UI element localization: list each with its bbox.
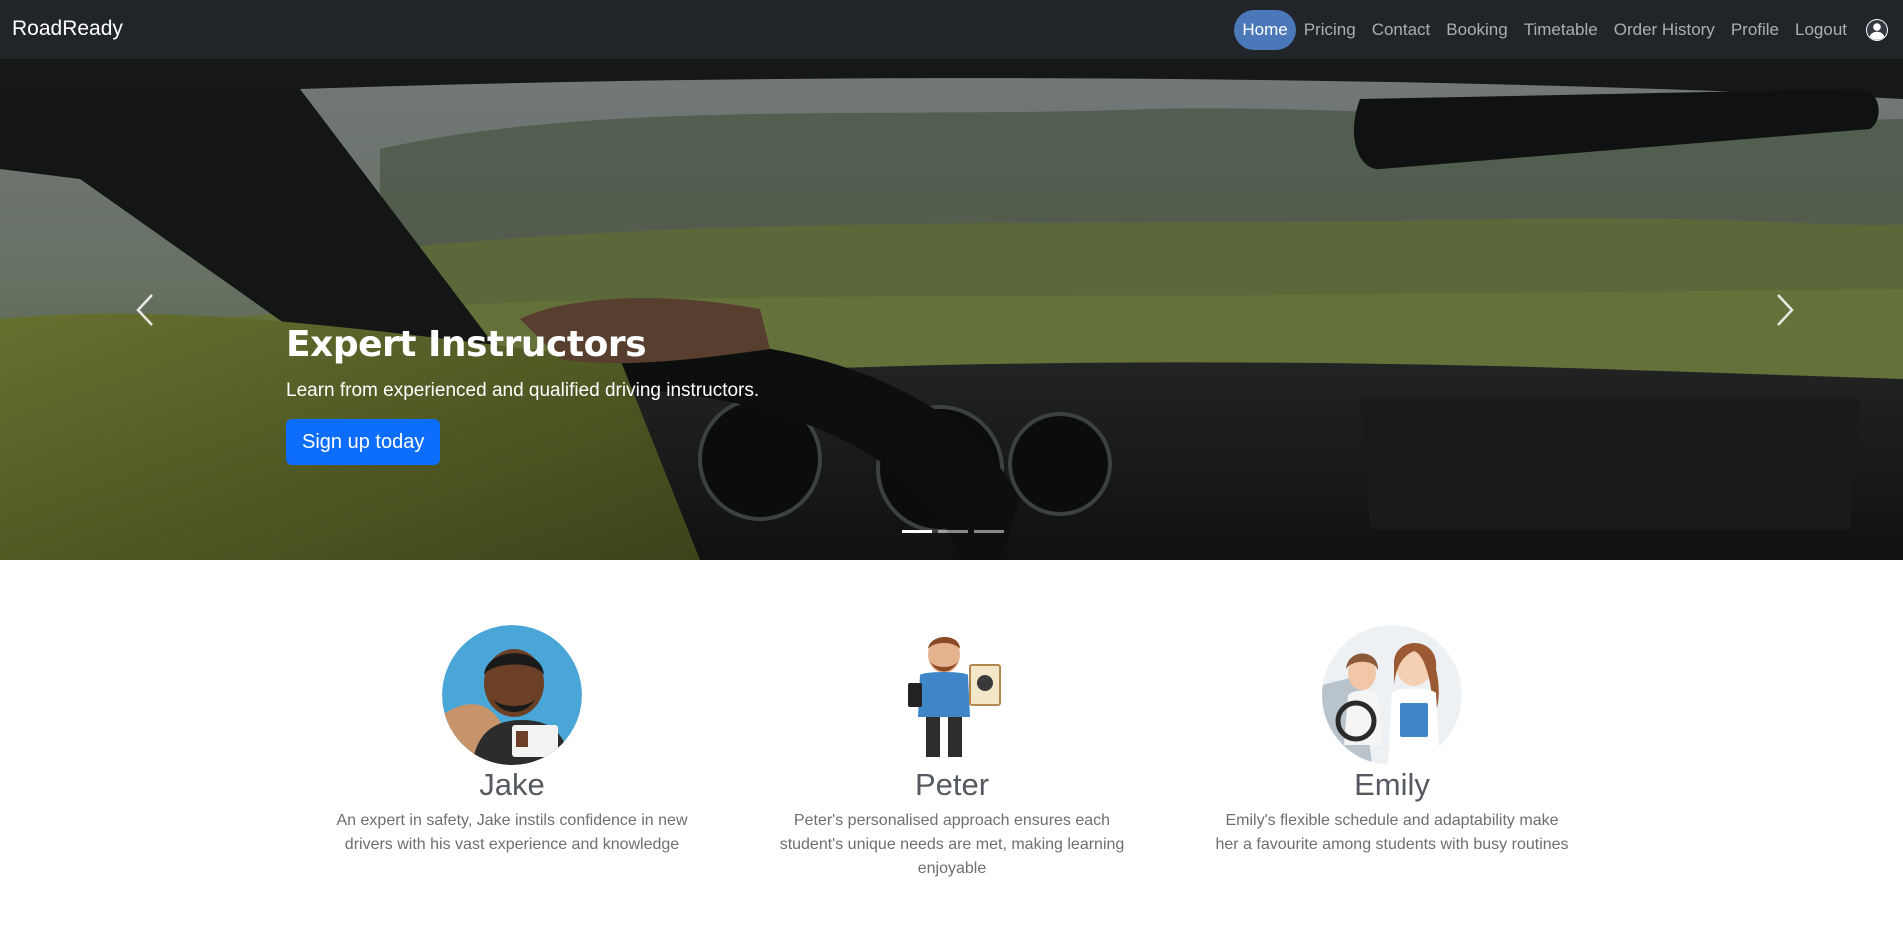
nav-timetable[interactable]: Timetable xyxy=(1516,12,1606,48)
top-navbar: RoadReady Home Pricing Contact Booking T… xyxy=(0,0,1903,59)
carousel-subtitle: Learn from experienced and qualified dri… xyxy=(286,380,760,401)
person-circle-icon[interactable] xyxy=(1865,18,1889,42)
nav-home[interactable]: Home xyxy=(1234,9,1296,50)
instructor-description: Peter's personalised approach ensures ea… xyxy=(779,812,1125,877)
carousel-next-button[interactable] xyxy=(1715,59,1855,560)
carousel-indicator-1[interactable] xyxy=(902,530,932,533)
carousel-indicators xyxy=(902,530,1004,533)
instructor-card-jake: Jake An expert in safety, Jake instils c… xyxy=(332,625,692,857)
carousel-prev-button[interactable] xyxy=(75,59,215,560)
carousel-caption: Expert Instructors Learn from experience… xyxy=(286,323,759,465)
hero-carousel: Expert Instructors Learn from experience… xyxy=(0,59,1903,560)
main-nav: Home Pricing Contact Booking Timetable O… xyxy=(1234,0,1889,59)
nav-order-history[interactable]: Order History xyxy=(1606,12,1723,48)
nav-profile[interactable]: Profile xyxy=(1723,12,1787,48)
instructor-card-emily: Emily Emily's flexible schedule and adap… xyxy=(1212,625,1572,857)
instructor-photo-jake xyxy=(442,625,582,765)
chevron-left-icon xyxy=(136,293,153,326)
instructor-description: An expert in safety, Jake instils confid… xyxy=(336,812,688,853)
hero-background-image xyxy=(0,59,1903,560)
instructor-card-peter: Peter Peter's personalised approach ensu… xyxy=(772,625,1132,881)
nav-logout[interactable]: Logout xyxy=(1787,12,1855,48)
nav-contact[interactable]: Contact xyxy=(1364,12,1439,48)
instructor-name: Peter xyxy=(914,767,990,802)
sign-up-button[interactable]: Sign up today xyxy=(286,419,441,465)
instructor-description: Emily's flexible schedule and adaptabili… xyxy=(1215,812,1569,853)
instructor-name: Jake xyxy=(479,767,545,802)
chevron-right-icon xyxy=(1777,293,1794,326)
brand-link[interactable]: RoadReady xyxy=(12,17,123,41)
instructor-photo-peter xyxy=(882,625,1022,765)
nav-booking[interactable]: Booking xyxy=(1438,12,1515,48)
carousel-title: Expert Instructors xyxy=(286,324,647,365)
instructor-photo-emily xyxy=(1322,625,1462,765)
carousel-indicator-2[interactable] xyxy=(938,530,968,533)
instructors-section: Jake An expert in safety, Jake instils c… xyxy=(0,560,1903,940)
nav-pricing[interactable]: Pricing xyxy=(1296,12,1364,48)
carousel-indicator-3[interactable] xyxy=(974,530,1004,533)
instructor-name: Emily xyxy=(1354,767,1430,802)
